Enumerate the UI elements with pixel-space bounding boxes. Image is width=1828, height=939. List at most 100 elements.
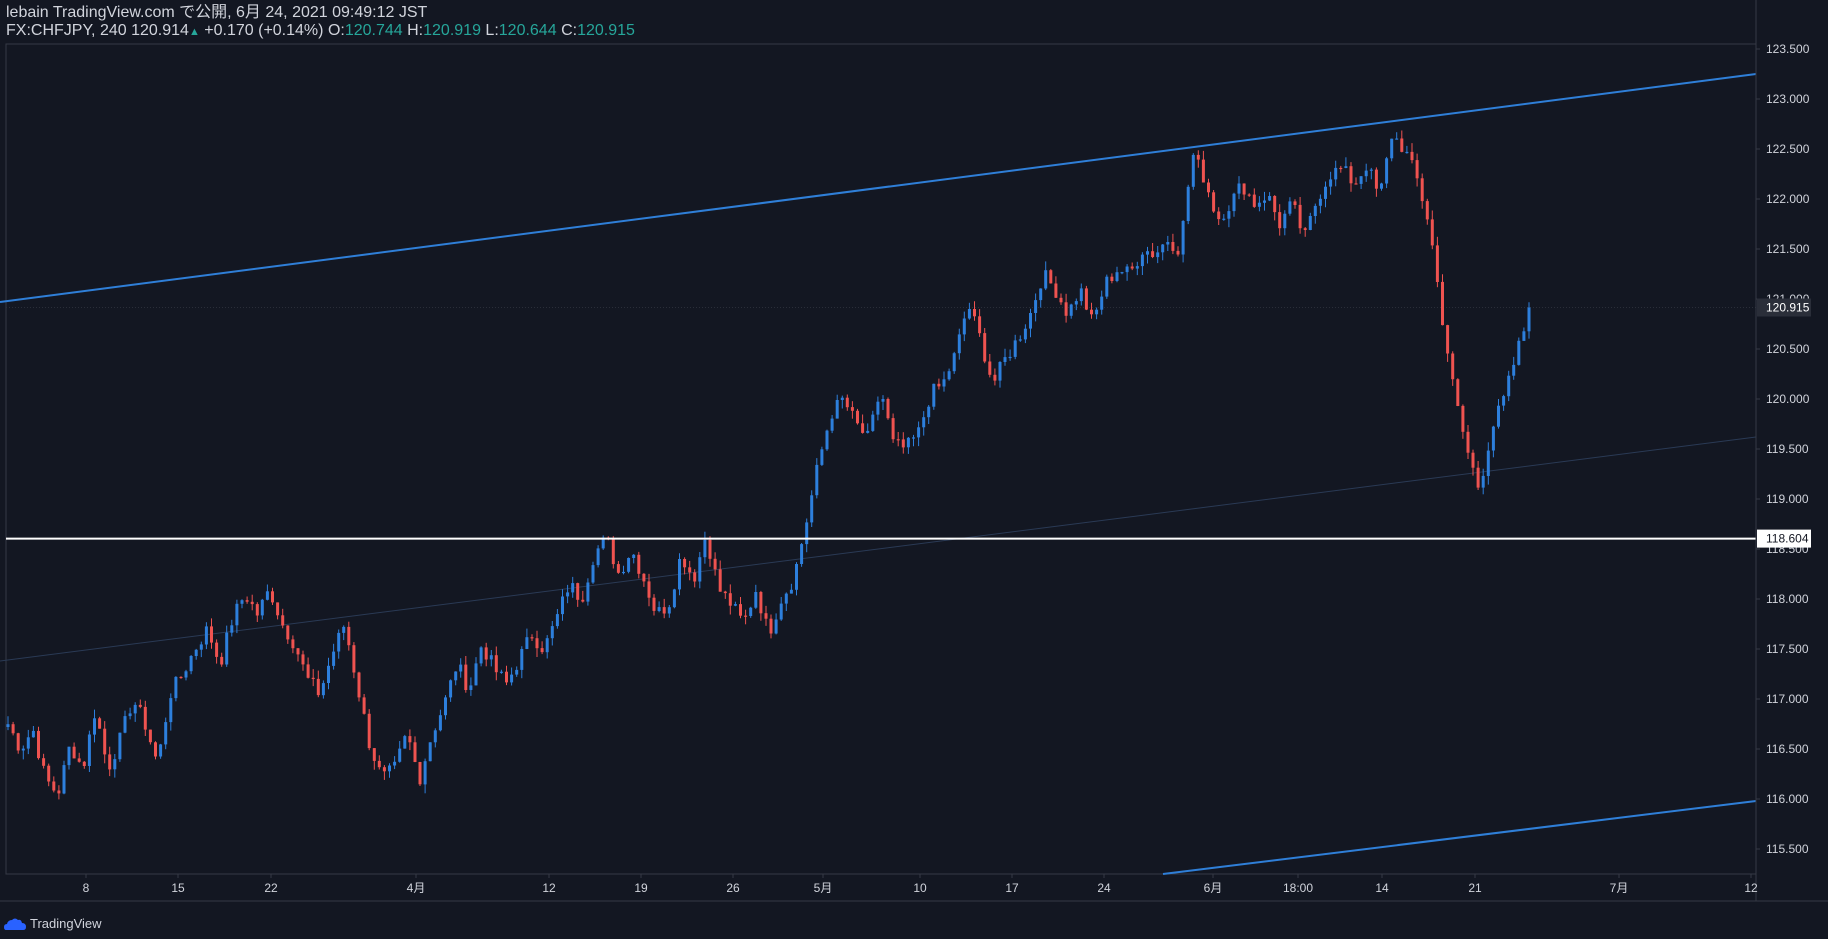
candle-body [337, 632, 341, 652]
candle-body [306, 664, 310, 678]
candle-body [718, 569, 722, 592]
candle-body [286, 625, 290, 640]
candle-body [1380, 183, 1383, 189]
candle[interactable] [98, 716, 102, 729]
price-tick-label: 123.500 [1766, 42, 1810, 56]
candle-body [1369, 169, 1373, 171]
candle[interactable] [611, 536, 615, 569]
candle[interactable] [820, 446, 824, 466]
candle-body [57, 790, 61, 794]
candle-body [98, 718, 102, 729]
candle[interactable] [37, 726, 40, 760]
candle[interactable] [418, 761, 422, 786]
candle-body [1288, 201, 1292, 214]
symbol[interactable]: FX:CHFJPY, 240 [6, 22, 127, 39]
candle[interactable] [357, 671, 361, 702]
hline-price-label: 118.604 [1766, 532, 1809, 546]
candle[interactable] [672, 588, 676, 609]
candle-body [1527, 307, 1531, 332]
price-tick-label: 121.500 [1766, 242, 1810, 256]
candle[interactable] [800, 543, 804, 567]
candle-body [561, 596, 564, 615]
candle-body [733, 604, 737, 606]
candle-body [1374, 169, 1378, 189]
candle[interactable] [678, 553, 681, 596]
candle-body [856, 410, 859, 424]
candle-body [459, 664, 463, 672]
candle[interactable] [1186, 184, 1190, 225]
candle[interactable] [87, 730, 91, 772]
candle-body [896, 439, 900, 441]
candle-body [281, 615, 285, 626]
time-tick-label: 19 [634, 881, 648, 895]
candle-body [571, 583, 575, 593]
time-tick-label: 24 [1097, 881, 1111, 895]
publish-line: lebain TradingView.com で公開, 6月 24, 2021 … [6, 4, 428, 21]
candle[interactable] [1390, 138, 1394, 162]
candle[interactable] [596, 545, 600, 568]
candle[interactable] [1441, 274, 1444, 326]
candle-body [1507, 375, 1511, 397]
candle[interactable] [174, 676, 178, 702]
candle[interactable] [1456, 378, 1460, 407]
candle[interactable] [1105, 274, 1109, 299]
candle-body [138, 704, 142, 707]
candle[interactable] [886, 397, 890, 420]
candle[interactable] [62, 760, 66, 795]
candle[interactable] [1084, 285, 1088, 311]
candle[interactable] [856, 408, 859, 425]
candle-body [1278, 212, 1282, 229]
candle-body [1247, 194, 1251, 196]
candle-body [1486, 450, 1490, 476]
candle-body [555, 614, 559, 627]
time-tick-label: 5月 [814, 881, 833, 895]
candle[interactable] [825, 429, 829, 451]
price-chart[interactable]: 115.500 116.000 116.500 117.000 117.500 118.0… [0, 0, 1828, 939]
candle[interactable] [367, 709, 371, 751]
candle-body [1064, 302, 1068, 316]
candle-body [77, 758, 81, 762]
candle[interactable] [118, 732, 122, 762]
candle-body [311, 677, 315, 679]
candle[interactable] [1385, 156, 1389, 189]
candle[interactable] [627, 557, 631, 574]
candle-body [510, 674, 514, 683]
candle[interactable] [1517, 337, 1521, 366]
candle-body [199, 644, 203, 650]
candle-body [1349, 166, 1353, 184]
candle-body [1318, 198, 1322, 206]
candle-body [566, 592, 570, 597]
candle[interactable] [479, 646, 483, 667]
candle[interactable] [1191, 153, 1195, 190]
candle[interactable] [1049, 269, 1053, 284]
candle-body [1435, 245, 1439, 282]
candle[interactable] [810, 490, 814, 527]
candle-body [698, 557, 702, 582]
candle[interactable] [952, 351, 956, 374]
candle-body [708, 539, 712, 559]
candle[interactable] [1212, 190, 1216, 213]
candle-body [683, 559, 687, 568]
candle-body [1166, 242, 1170, 245]
candle-body [143, 706, 147, 730]
candle[interactable] [428, 742, 432, 762]
candle-body [937, 383, 941, 387]
candle[interactable] [983, 328, 987, 364]
candle-body [433, 730, 437, 743]
candle-body [866, 430, 870, 433]
tradingview-logo[interactable]: TradingView [4, 916, 102, 931]
candle-body [382, 767, 386, 772]
candle-body [291, 639, 295, 649]
candle[interactable] [403, 734, 407, 749]
last-price-label: 120.915 [1766, 301, 1810, 315]
candle-body [1410, 151, 1414, 161]
price-tick-label: 117.500 [1766, 642, 1809, 656]
candle-body [1156, 252, 1160, 258]
candle-body [1446, 325, 1450, 354]
candle-body [174, 676, 178, 699]
candle[interactable] [932, 383, 936, 410]
candle-body [678, 559, 681, 590]
candle-body [789, 589, 793, 594]
candle-body [1313, 205, 1317, 216]
candle-body [1364, 170, 1368, 177]
